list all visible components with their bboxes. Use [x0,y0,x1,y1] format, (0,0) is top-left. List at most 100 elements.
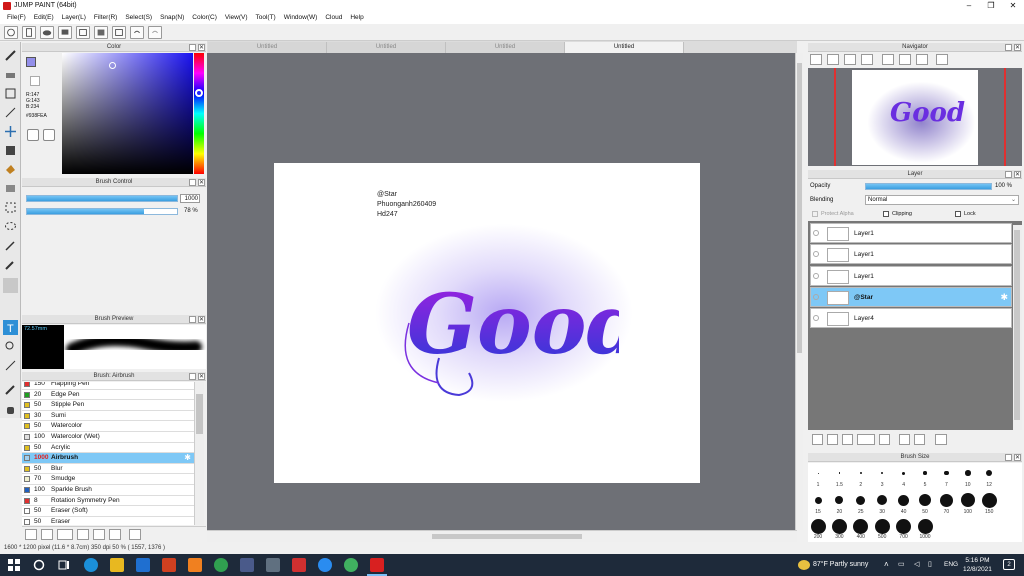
pen-tool-icon[interactable] [3,48,18,63]
notification-icon[interactable]: 2 [1003,559,1015,570]
dropper-tool-icon[interactable] [3,257,18,272]
panel-close-icon[interactable]: ✕ [1014,454,1021,461]
volume-icon[interactable]: ◁ [914,560,919,568]
brush-size-preset[interactable] [877,495,888,505]
menu-item-0[interactable]: File(F) [3,12,30,24]
app-red-icon[interactable] [292,558,306,572]
brush-list-item[interactable]: 30 Sumi [22,411,194,422]
brush-size-preset[interactable] [874,518,890,534]
brush-folder-icon[interactable] [77,529,89,540]
chrome-icon[interactable] [214,558,228,572]
layer-row[interactable]: Layer1 [810,223,1012,243]
vertical-scroll-thumb[interactable] [797,63,802,353]
brush-size-slider[interactable] [26,195,178,202]
lock-checkbox[interactable] [955,211,961,217]
move-tool-icon[interactable] [3,124,18,139]
brush-size-preset[interactable] [960,493,975,507]
add-brush-dropdown-icon[interactable] [57,529,73,540]
brush-tool-icon[interactable] [3,105,18,120]
new-brush-icon[interactable] [41,529,53,540]
delete-layer-icon[interactable] [935,434,947,445]
fit-window-icon[interactable] [844,54,856,65]
brush-opacity-slider[interactable] [26,208,178,215]
brush-list-scrollbar[interactable] [194,382,204,525]
windows-start-icon[interactable] [7,558,21,572]
panel-close-icon[interactable]: ✕ [1014,44,1021,51]
clock[interactable]: 5:16 PM 12/8/2021 [963,556,992,574]
layer-row[interactable]: @Star ✱ [810,286,1012,307]
brush-list-item[interactable]: 150 Flapping Pen [22,382,194,390]
menu-item-11[interactable]: Help [346,12,367,24]
flip-icon[interactable] [899,54,911,65]
brush-list-item[interactable]: 100 Watercolor (Wet) [22,432,194,443]
brush-list-item[interactable]: 50 Stipple Pen [22,400,194,411]
primary-color-swatch[interactable] [26,57,36,67]
search-icon[interactable] [32,558,46,572]
chrome-alt-icon[interactable] [344,558,358,572]
brush-size-preset[interactable] [898,494,910,506]
panel-float-icon[interactable] [189,316,196,323]
rotate-right-icon[interactable] [916,54,928,65]
brush-list-scroll-thumb[interactable] [196,394,203,434]
brush-settings-icon[interactable] [25,529,37,540]
document-tab[interactable]: Untitled [565,42,684,53]
undo-icon[interactable] [130,26,144,39]
brush-size-preset[interactable] [835,496,844,504]
document-tab[interactable]: Untitled [446,42,565,53]
brush-size-preset[interactable] [902,471,906,475]
hue-slider-handle[interactable] [195,89,203,97]
layer-visibility-icon[interactable] [813,293,819,300]
store-icon[interactable] [136,558,150,572]
add-layer-dropdown-icon[interactable] [857,434,875,445]
color-wheel-icon[interactable] [27,129,39,141]
layer-list-scrollbar[interactable] [1013,225,1022,430]
brush-size-preset[interactable] [985,469,993,477]
layer-visibility-icon[interactable] [813,251,819,258]
brush-list-item[interactable]: 70 Smudge [22,474,194,485]
menu-item-2[interactable]: Layer(L) [58,12,90,24]
layer-row[interactable]: Layer4 [810,308,1012,329]
wand-tool-icon[interactable] [3,238,18,253]
brush-list-item[interactable]: 20 Edge Pen [22,390,194,401]
panel-close-icon[interactable]: ✕ [198,316,205,323]
duplicate-layer-icon[interactable] [899,434,910,445]
duplicate-brush-icon[interactable] [93,529,105,540]
cloud-icon[interactable] [40,26,54,39]
home-icon[interactable] [4,26,18,39]
new-vector-layer-icon[interactable] [827,434,838,445]
canvas-horizontal-scrollbar[interactable] [207,530,797,542]
brush-size-preset[interactable] [814,496,822,504]
copy-brush-icon[interactable] [109,529,121,540]
brush-list-item[interactable]: 1000 Airbrush ✱ [22,453,194,464]
protect-alpha-checkbox[interactable] [812,211,818,217]
document-tab[interactable]: Untitled [208,42,327,53]
merge-layer-icon[interactable] [914,434,925,445]
panel-float-icon[interactable] [1005,454,1012,461]
select-tool-icon[interactable] [3,200,18,215]
maximize-icon[interactable]: ❐ [980,0,1002,12]
chat-icon[interactable] [58,26,72,39]
menu-item-5[interactable]: Snap(N) [156,12,188,24]
canvas-vertical-scrollbar[interactable] [795,53,803,530]
zoom-100-icon[interactable] [827,54,839,65]
brush-size-preset[interactable] [981,492,997,508]
blending-select[interactable]: Normal ⌄ [865,195,1019,205]
layer-opacity-slider[interactable] [865,183,992,190]
shape-tool-icon[interactable] [3,143,18,158]
menu-item-7[interactable]: View(V) [221,12,252,24]
rotate-left-icon[interactable] [882,54,894,65]
close-icon[interactable]: ✕ [1002,0,1024,12]
lasso-tool-icon[interactable] [3,219,18,234]
brush-size-preset[interactable] [917,518,933,534]
panel-float-icon[interactable] [1005,171,1012,178]
horizontal-scroll-thumb[interactable] [432,534,582,539]
office-icon[interactable] [162,558,176,572]
color-palette-icon[interactable] [43,129,55,141]
delete-brush-icon[interactable] [129,529,141,540]
clipping-checkbox[interactable] [883,211,889,217]
brush-list-item[interactable]: 50 Watercolor [22,421,194,432]
brush-size-preset[interactable] [831,518,847,534]
reset-view-icon[interactable] [936,54,948,65]
hue-slider[interactable] [194,53,204,174]
app-orange-icon[interactable] [188,558,202,572]
